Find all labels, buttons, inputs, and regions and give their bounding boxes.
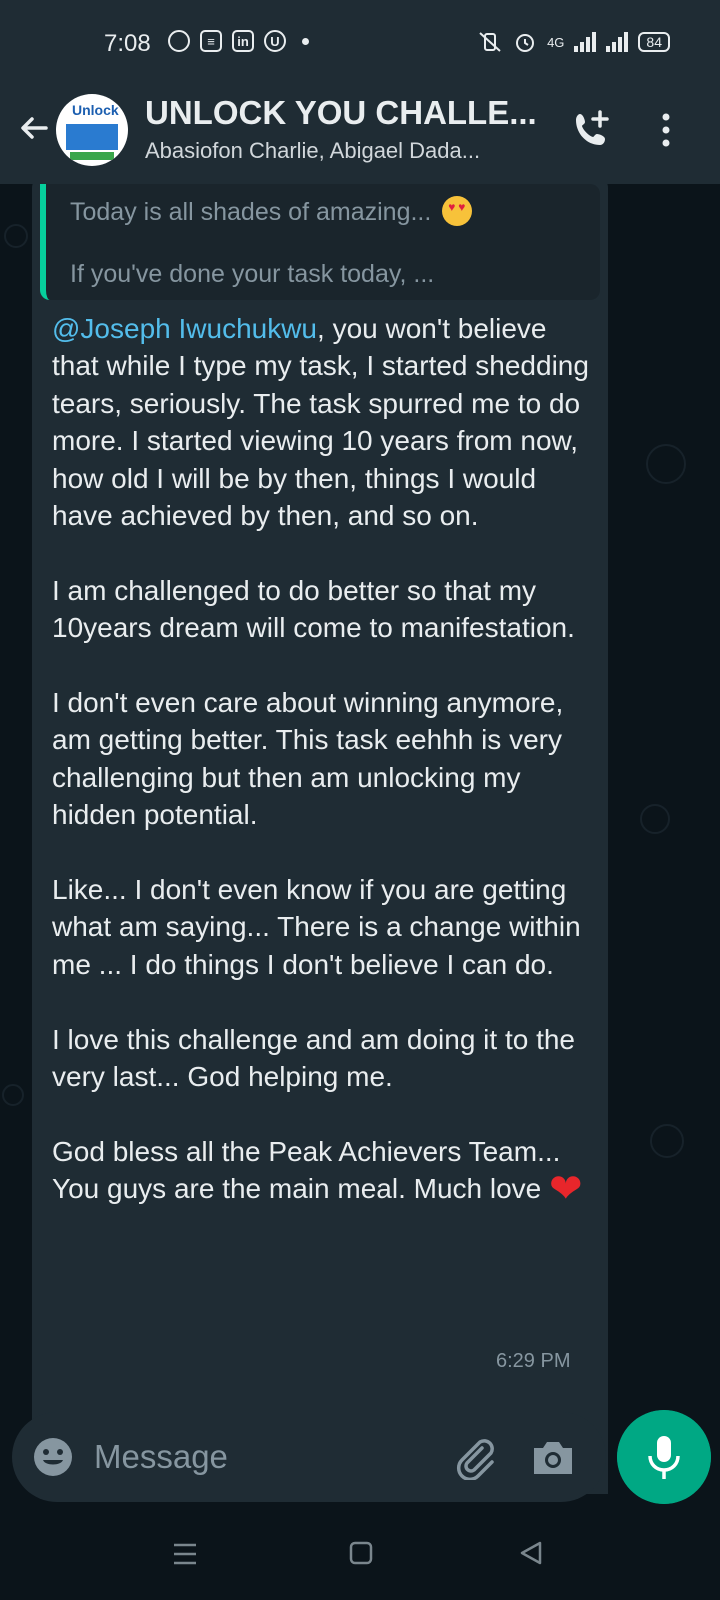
wallpaper-doodle: [646, 444, 686, 484]
quoted-message[interactable]: Today is all shades of amazing... If you…: [40, 184, 600, 300]
notification-icons: ≡ in U: [168, 30, 309, 52]
message-text: @Joseph Iwuchukwu, you won't believe tha…: [52, 310, 592, 1209]
group-title[interactable]: UNLOCK YOU CHALLE...: [145, 94, 535, 132]
system-icons: 4G 84: [477, 30, 670, 54]
message-timestamp: 6:29 PM: [496, 1350, 571, 1372]
more-notifications-dot-icon: [302, 37, 309, 45]
back-triangle-icon[interactable]: [518, 1540, 544, 1566]
status-time: 7:08: [104, 30, 151, 57]
whatsapp-notification-icon: [168, 30, 190, 52]
chat-area[interactable]: Today is all shades of amazing... If you…: [0, 184, 720, 1494]
message-paragraph: I am challenged to do better so that my …: [52, 574, 575, 644]
more-vert-icon[interactable]: [656, 110, 676, 150]
home-square-icon[interactable]: [348, 1540, 374, 1566]
camera-icon[interactable]: [530, 1436, 576, 1478]
heart-eyes-emoji-icon: [442, 196, 473, 226]
mic-icon[interactable]: [617, 1410, 711, 1504]
status-bar: 7:08 ≡ in U 4G 84: [0, 0, 720, 80]
message-paragraph: I love this challenge and am doing it to…: [52, 1023, 576, 1093]
wallpaper-doodle: [650, 1124, 684, 1158]
document-notification-icon: ≡: [200, 30, 222, 52]
attach-icon[interactable]: [452, 1434, 498, 1480]
quoted-line-2: If you've done your task today, ...: [70, 260, 435, 288]
message-composer: [12, 1412, 606, 1502]
group-avatar[interactable]: Unlock: [56, 94, 128, 166]
wallpaper-doodle: [4, 224, 28, 248]
app-notification-icon: U: [264, 30, 286, 52]
vibrate-off-icon: [479, 32, 501, 52]
quoted-line-1: Today is all shades of amazing...: [70, 196, 473, 227]
emoji-icon[interactable]: [32, 1436, 74, 1478]
message-paragraph: I don't even care about winning anymore,…: [52, 687, 564, 831]
network-type: 4G: [547, 34, 565, 50]
wallpaper-doodle: [640, 804, 670, 834]
battery-icon: 84: [638, 32, 670, 52]
chat-header: Unlock UNLOCK YOU CHALLE... Abasiofon Ch…: [0, 80, 720, 184]
mention-link[interactable]: @Joseph Iwuchukwu: [52, 313, 317, 344]
back-arrow-icon[interactable]: [14, 108, 54, 148]
linkedin-notification-icon: in: [232, 30, 254, 52]
wallpaper-doodle: [2, 1084, 24, 1106]
avatar-image-block: [66, 124, 118, 150]
avatar-image-strip: [70, 152, 114, 160]
message-paragraph: God bless all the Peak Achievers Team...…: [52, 1135, 583, 1212]
group-participants[interactable]: Abasiofon Charlie, Abigael Dada...: [145, 138, 535, 164]
signal-bars-1-icon: [574, 32, 597, 52]
message-input[interactable]: [94, 1428, 424, 1486]
system-nav-bar: [0, 1512, 720, 1600]
recents-menu-icon[interactable]: [172, 1542, 198, 1566]
message-paragraph: @Joseph Iwuchukwu, you won't believe tha…: [52, 313, 589, 532]
add-call-icon[interactable]: [570, 108, 616, 154]
message-paragraph: Like... I don't even know if you are get…: [52, 874, 581, 980]
alarm-icon: [516, 34, 535, 52]
signal-bars-2-icon: [606, 32, 629, 52]
red-heart-emoji-icon: ❤: [549, 1167, 583, 1212]
avatar-logo-text: Unlock: [72, 102, 119, 118]
